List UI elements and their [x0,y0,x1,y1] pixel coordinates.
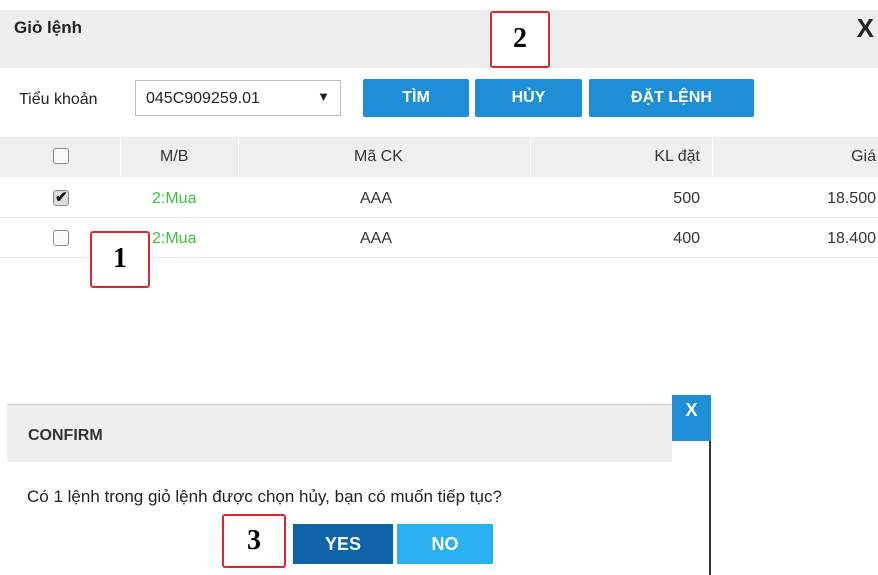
dialog-header [7,405,672,462]
cell-price: 18.400 [827,230,876,247]
caret-down-icon: ▼ [317,89,330,104]
callout-2: 2 [490,11,550,68]
cell-symbol: AAA [360,190,393,207]
cancel-order-button[interactable]: HỦY [475,79,582,117]
column-divider [238,137,239,177]
yes-button[interactable]: YES [293,524,393,564]
no-button[interactable]: NO [397,524,493,564]
column-divider [712,137,713,177]
panel-header [0,10,878,68]
cell-side: 2:Mua [152,190,197,207]
panel-title: Giỏ lệnh [14,18,82,37]
callout-3: 3 [222,514,286,568]
find-button[interactable]: TÌM [363,79,469,117]
table-header [0,137,878,177]
header-price: Giá [851,148,876,165]
dialog-right-border [709,441,711,575]
table-row[interactable]: ✔ 2:Mua AAA 500 18.500 [0,178,878,218]
close-icon[interactable]: X [857,13,874,44]
cell-side: 2:Mua [152,230,197,247]
header-symbol: Mã CK [354,148,403,165]
account-select[interactable]: 045C909259.01 ▼ [135,80,341,116]
account-label: Tiểu khoản [19,91,98,108]
header-quantity: KL đặt [654,148,700,165]
cell-price: 18.500 [827,190,876,207]
cell-quantity: 500 [673,190,700,207]
dialog-title: CONFIRM [28,427,103,444]
dialog-message: Có 1 lệnh trong giỏ lệnh được chọn hủy, … [27,487,502,506]
column-divider [120,137,121,177]
callout-1: 1 [90,231,150,288]
check-icon: ✔ [55,189,68,206]
account-value: 045C909259.01 [146,90,260,107]
dialog-close-icon[interactable]: X [672,395,711,441]
row-checkbox[interactable] [53,230,69,246]
column-divider [530,137,531,177]
select-all-checkbox[interactable] [53,148,69,164]
cell-symbol: AAA [360,230,393,247]
place-order-button[interactable]: ĐẶT LỆNH [589,79,754,117]
row-checkbox[interactable]: ✔ [53,189,69,206]
header-side: M/B [160,148,189,165]
cell-quantity: 400 [673,230,700,247]
